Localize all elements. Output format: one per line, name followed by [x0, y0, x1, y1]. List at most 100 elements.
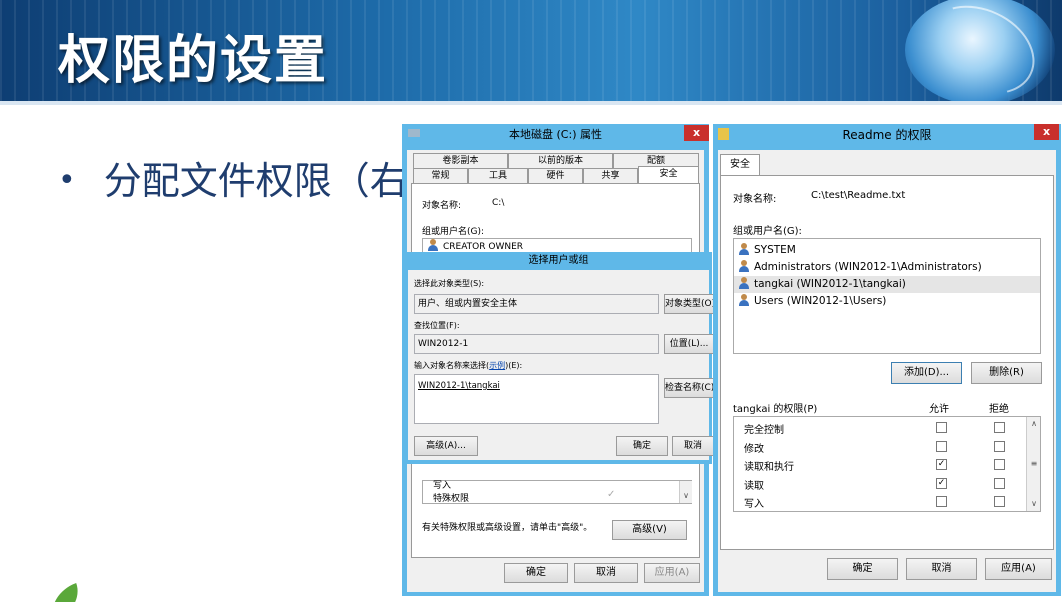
perm-row-label: 完全控制	[744, 425, 784, 436]
advanced-hint: 有关特殊权限或高级设置，请单击"高级"。	[422, 523, 593, 533]
group-label: 组或用户名(G):	[733, 226, 802, 237]
user-name: tangkai (WIN2012-1\tangkai)	[754, 278, 906, 290]
perm-row-label: 修改	[744, 443, 764, 455]
remove-button[interactable]: 删除(R)	[971, 362, 1042, 384]
examples-link[interactable]: 示例	[489, 361, 505, 370]
select-user-body: 选择此对象类型(S): 用户、组或内置安全主体 对象类型(O)... 查找位置(…	[408, 270, 714, 460]
folder-icon	[718, 128, 729, 140]
object-name-label: 对象名称:	[733, 194, 777, 205]
deny-checkbox[interactable]	[994, 440, 1005, 452]
object-name-label: 对象名称:	[422, 201, 462, 211]
group-icon	[427, 239, 440, 251]
enter-names-label-post: )(E):	[505, 361, 523, 370]
leaf-logo-icon	[44, 583, 86, 602]
drive-ok-button[interactable]: 确定	[504, 563, 568, 583]
readme-perm-list[interactable]: ∧ ≡ ∨ 完全控制修改读取和执行✓读取✓写入特殊权限	[733, 416, 1041, 512]
group-icon	[738, 294, 751, 306]
perm-row-label: 读取和执行	[744, 462, 794, 473]
object-type-button[interactable]: 对象类型(O)...	[664, 294, 714, 314]
user-name: Users (WIN2012-1\Users)	[754, 295, 887, 307]
object-type-field: 用户、组或内置安全主体	[414, 294, 659, 314]
deny-checkbox[interactable]	[994, 477, 1005, 489]
enter-names-label: 输入对象名称来选择(示例)(E):	[414, 360, 522, 371]
user-name: SYSTEM	[754, 244, 796, 256]
chevron-down-icon[interactable]: ∨	[1027, 497, 1040, 511]
list-item[interactable]: SYSTEM	[738, 242, 796, 259]
readme-security-panel: 对象名称: C:\test\Readme.txt 组或用户名(G): SYSTE…	[720, 175, 1054, 550]
readme-titlebar: Readme 的权限	[713, 124, 1061, 150]
readme-permissions-window: Readme 的权限 x 安全 对象名称: C:\test\Readme.txt…	[713, 124, 1061, 596]
group-icon	[738, 243, 751, 255]
tab-shadow-copies[interactable]: 卷影副本	[413, 153, 508, 169]
check-icon: ✓	[607, 489, 616, 500]
select-user-titlebar: 选择用户或组	[405, 252, 712, 270]
object-name-value: C:\test\Readme.txt	[811, 190, 906, 201]
close-icon[interactable]: x	[684, 125, 709, 141]
slide-banner: 权限的设置	[0, 0, 1062, 101]
drive-apply-button[interactable]: 应用(A)	[644, 563, 700, 583]
perm-scrollbar[interactable]: ∧ ≡ ∨	[1026, 417, 1040, 511]
location-field: WIN2012-1	[414, 334, 659, 354]
select-ok-button[interactable]: 确定	[616, 436, 668, 456]
allow-checkbox[interactable]	[936, 440, 947, 452]
bullet-text: 分配文件权限（	[103, 159, 370, 203]
object-names-value: WIN2012-1\tangkai	[418, 381, 500, 391]
readme-user-list[interactable]: SYSTEM Administrators (WIN2012-1\Adminis…	[733, 238, 1041, 354]
tab-security[interactable]: 安全	[638, 166, 699, 184]
group-icon	[738, 260, 751, 272]
tab-general[interactable]: 常规	[413, 168, 468, 184]
readme-cancel-button[interactable]: 取消	[906, 558, 977, 580]
readme-body: 安全 对象名称: C:\test\Readme.txt 组或用户名(G): SY…	[718, 150, 1056, 592]
select-user-title: 选择用户或组	[528, 255, 589, 266]
bullet-dot-icon: •	[58, 163, 76, 198]
slide-bullet: • 分配文件权限（右	[58, 150, 408, 205]
location-label: 查找位置(F):	[414, 321, 460, 330]
select-user-dialog: 选择用户或组 选择此对象类型(S): 用户、组或内置安全主体 对象类型(O)..…	[405, 252, 714, 464]
list-item[interactable]: Users (WIN2012-1\Users)	[738, 293, 886, 310]
drive-advanced-button[interactable]: 高级(V)	[612, 520, 687, 540]
perm-write: 写入	[433, 481, 452, 491]
location-button[interactable]: 位置(L)...	[664, 334, 714, 354]
perm-row-label: 读取	[744, 480, 764, 492]
close-icon[interactable]: x	[1034, 124, 1059, 140]
list-item-selected[interactable]: tangkai (WIN2012-1\tangkai)	[734, 276, 1040, 293]
tab-previous-versions[interactable]: 以前的版本	[508, 153, 613, 169]
object-names-input[interactable]: WIN2012-1\tangkai	[414, 374, 659, 424]
add-button[interactable]: 添加(D)...	[891, 362, 962, 384]
perm-row-label: 写入	[744, 499, 764, 510]
tab-tools[interactable]: 工具	[468, 168, 528, 184]
object-name-value: C:\	[492, 198, 505, 208]
perm-special: 特殊权限	[433, 494, 470, 504]
drive-icon	[408, 129, 420, 137]
user-name: CREATOR OWNER	[443, 242, 524, 252]
deny-checkbox[interactable]	[994, 459, 1005, 470]
enter-names-label-pre: 输入对象名称来选择(	[414, 361, 490, 370]
allow-checkbox[interactable]: ✓	[936, 459, 947, 470]
select-cancel-button[interactable]: 取消	[672, 436, 714, 456]
deny-checkbox[interactable]	[994, 422, 1005, 433]
scroll-thumb-grip-icon[interactable]: ≡	[1027, 457, 1040, 471]
drive-properties-titlebar: 本地磁盘 (C:) 属性	[402, 124, 709, 150]
drive-perm-list[interactable]: 写入 特殊权限 ✓ ∨	[422, 480, 692, 504]
allow-checkbox[interactable]	[936, 422, 947, 433]
object-type-label: 选择此对象类型(S):	[414, 279, 485, 288]
readme-apply-button[interactable]: 应用(A)	[985, 558, 1052, 580]
tab-sharing[interactable]: 共享	[583, 168, 638, 184]
deny-header: 拒绝	[989, 404, 1009, 415]
user-name: Administrators (WIN2012-1\Administrators…	[754, 261, 982, 273]
drive-perm-scrollbar[interactable]: ∨	[679, 481, 692, 503]
chevron-down-icon[interactable]: ∨	[680, 489, 692, 503]
select-advanced-button[interactable]: 高级(A)...	[414, 436, 478, 456]
allow-checkbox[interactable]: ✓	[936, 477, 947, 489]
chevron-up-icon[interactable]: ∧	[1027, 417, 1040, 431]
tab-security[interactable]: 安全	[720, 154, 760, 176]
drive-cancel-button[interactable]: 取消	[574, 563, 638, 583]
readme-ok-button[interactable]: 确定	[827, 558, 898, 580]
allow-checkbox[interactable]	[936, 496, 947, 507]
deny-checkbox[interactable]	[994, 496, 1005, 507]
check-names-button[interactable]: 检查名称(C)	[664, 378, 714, 398]
tab-hardware[interactable]: 硬件	[528, 168, 583, 184]
banner-divider	[0, 101, 1062, 105]
list-item[interactable]: Administrators (WIN2012-1\Administrators…	[738, 259, 982, 276]
globe-graphic	[905, 0, 1055, 101]
